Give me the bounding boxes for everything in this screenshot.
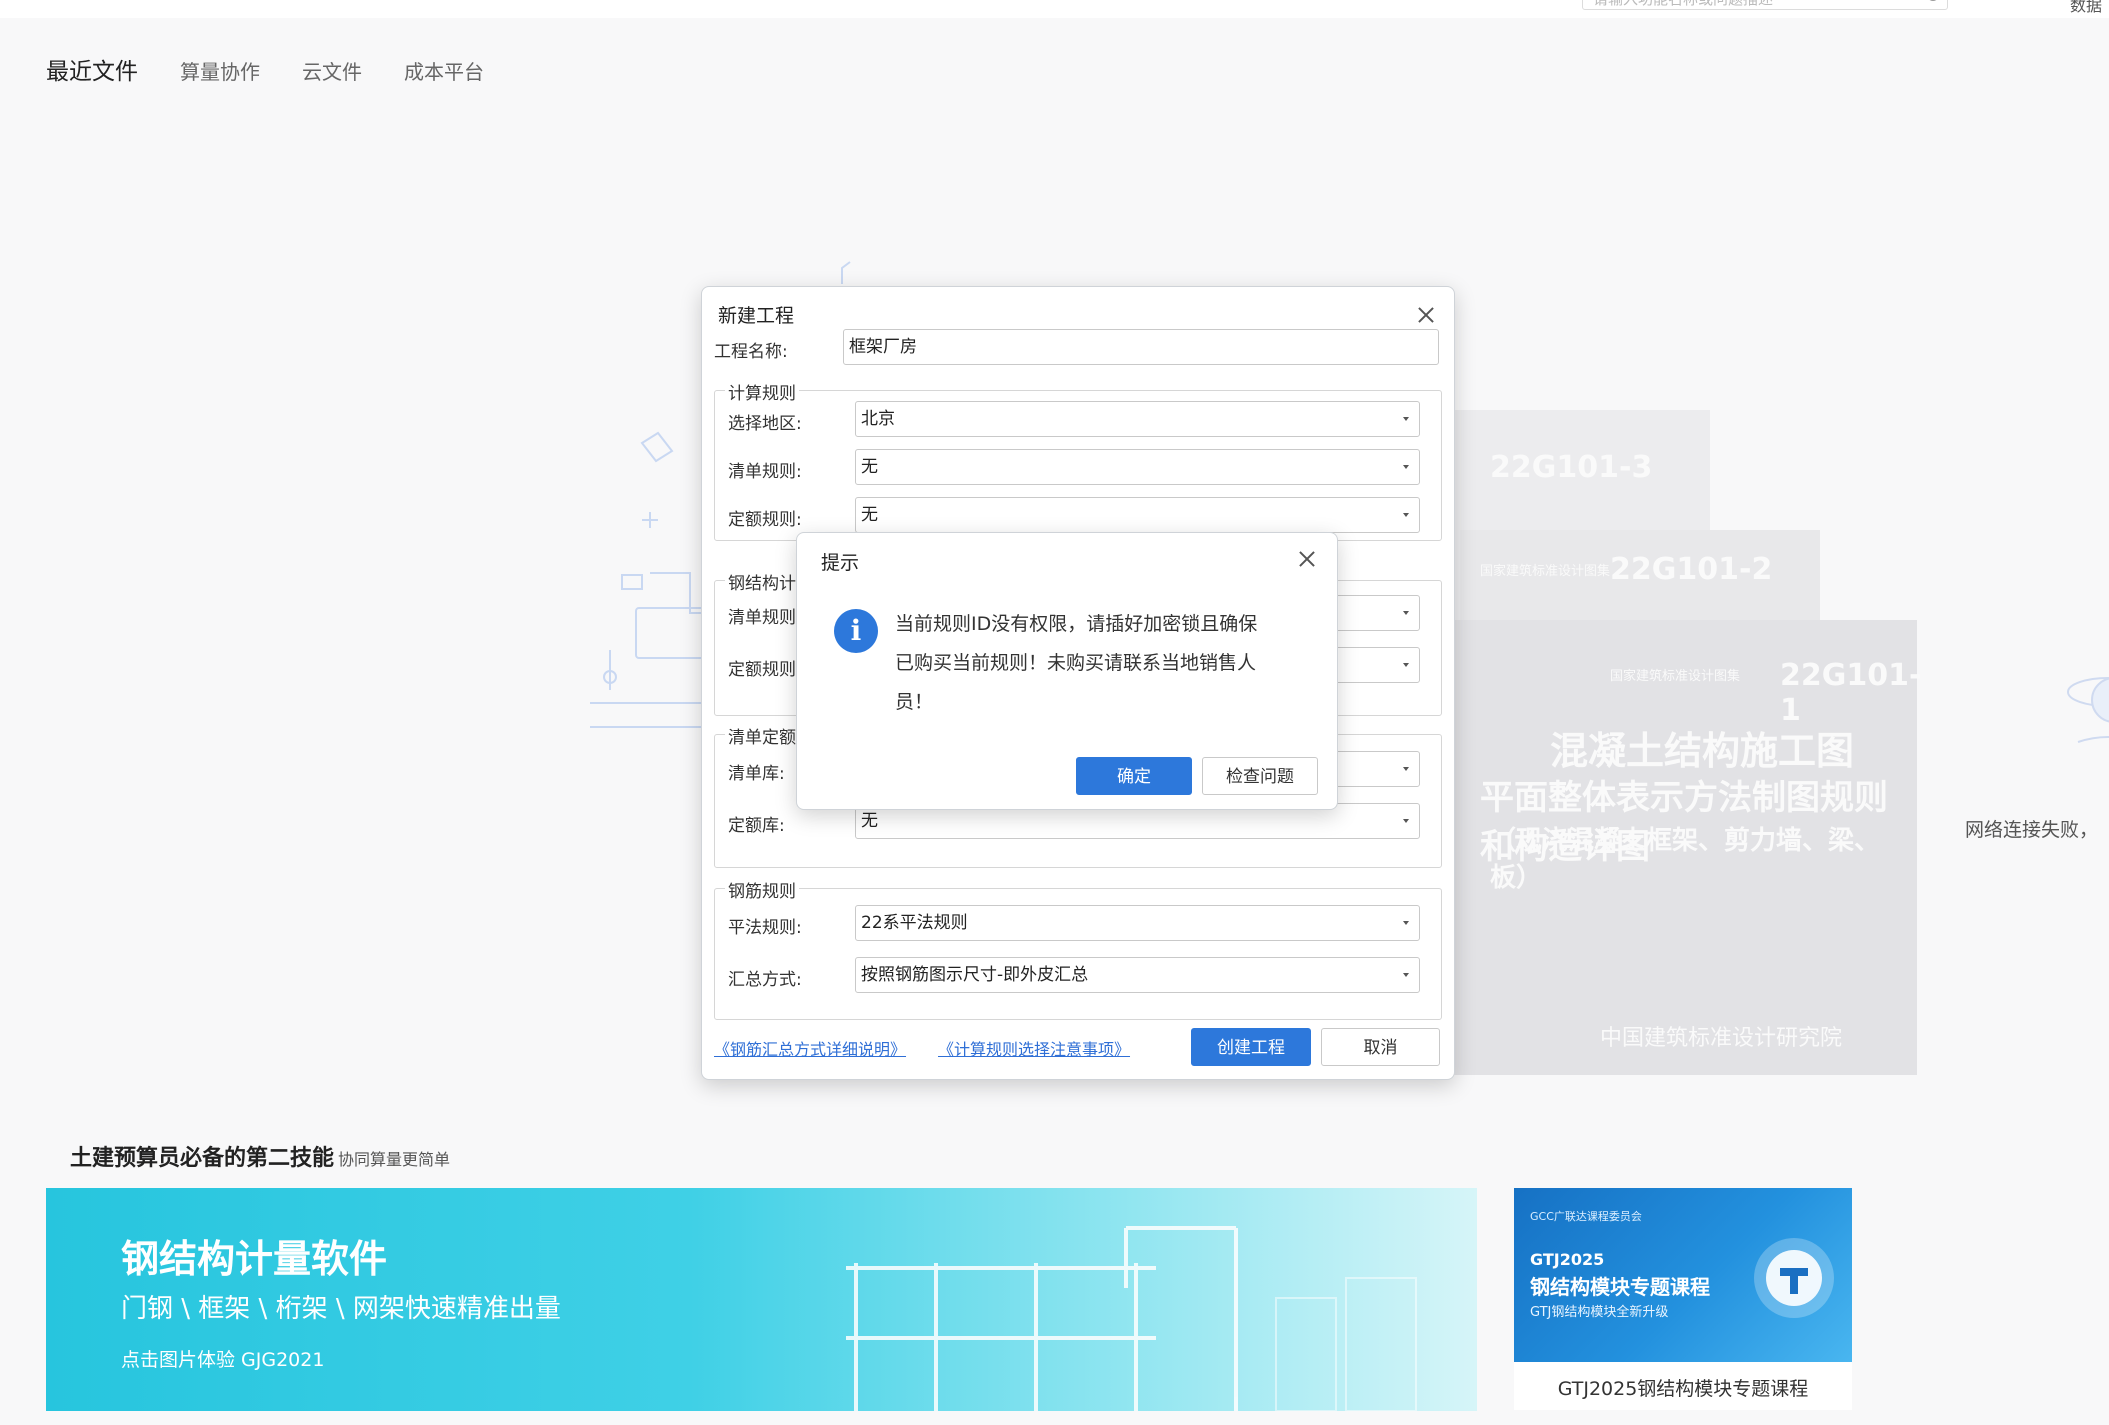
flat-rule-label: 平法规则: [728,918,802,938]
top-bar: 请输入功能名称或问题描述 数据 [0,0,2109,18]
steel-rules-title: 钢结构计 [725,569,799,594]
book2-series: 国家建筑标准设计图集 [1480,564,1611,579]
course-logo-icon [1754,1238,1834,1318]
course-caption[interactable]: GTJ2025钢结构模块专题课程 [1514,1374,1852,1401]
chevron-down-icon [1403,513,1409,517]
flat-rule-select[interactable]: 22系平法规则 [855,905,1420,941]
list-rule-label: 清单规则: [728,462,802,482]
quota-lib-label: 定额库: [728,816,785,836]
chevron-down-icon [1403,921,1409,925]
rebar-rules-title: 钢筋规则 [725,877,799,902]
summary-label: 汇总方式: [728,970,802,990]
list-rule-value: 无 [861,457,878,477]
course-title: 钢结构模块专题课程 [1530,1275,1710,1299]
quota-rule-select[interactable]: 无 [855,497,1420,533]
book1-code: 22G101-3 [1490,450,1653,485]
cancel-button[interactable]: 取消 [1321,1028,1440,1066]
rebar-summary-help-link[interactable]: 《钢筋汇总方式详细说明》 [714,1036,906,1060]
info-icon: i [834,609,878,653]
book3-code: 22G101-1 [1780,658,1922,728]
search-placeholder: 请输入功能名称或问题描述 [1593,0,1773,8]
quota-lib-value: 无 [861,811,878,831]
alert-message-line: 员！ [895,691,934,713]
decor-icon [841,261,851,284]
calc-rules-title: 计算规则 [725,379,799,404]
alert-title: 提示 [821,552,860,574]
project-name-input[interactable]: 框架厂房 [843,329,1439,365]
alert-message: 当前规则ID没有权限，请插好加密锁且确保 已购买当前规则！未购买请联系当地销售人… [895,605,1305,722]
region-select[interactable]: 北京 [855,401,1420,437]
book3-series: 国家建筑标准设计图集 [1610,669,1741,684]
course-subtitle: GTJ钢结构模块全新升级 [1530,1305,1669,1320]
book3-title-1: 混凝土结构施工图 [1550,729,1855,773]
check-issue-button[interactable]: 检查问题 [1202,757,1318,795]
section-heading: 土建预算员必备的第二技能 协同算量更简单 [70,1140,450,1172]
book2-code: 22G101-2 [1610,552,1773,587]
alert-message-line: 已购买当前规则！未购买请联系当地销售人 [895,652,1257,674]
network-globe-icon [2067,677,2109,743]
quota-rule-value: 无 [861,505,878,525]
background-books: 22G101-3 国家建筑标准设计图集 22G101-2 国家建筑标准设计图集 … [1410,410,1921,1075]
tab-cloud-files[interactable]: 云文件 [302,56,362,85]
close-icon[interactable] [1297,549,1317,569]
project-name-label: 工程名称: [714,342,788,362]
project-name-value: 框架厂房 [849,337,917,357]
chevron-down-icon [1403,767,1409,771]
calc-rules-help-link[interactable]: 《计算规则选择注意事项》 [938,1036,1130,1060]
summary-select[interactable]: 按照钢筋图示尺寸-即外皮汇总 [855,957,1420,993]
banner-title: 钢结构计量软件 [121,1237,388,1281]
banner-cta[interactable]: 点击图片体验 GJG2021 [121,1345,324,1372]
permission-alert-dialog: 提示 i 当前规则ID没有权限，请插好加密锁且确保 已购买当前规则！未购买请联系… [796,532,1338,810]
region-label: 选择地区: [728,414,802,434]
steel-list-rule-label: 清单规则 [728,608,796,628]
flat-rule-value: 22系平法规则 [861,913,968,933]
search-icon[interactable] [1927,0,1939,1]
rebar-rules-group: 钢筋规则 平法规则: 22系平法规则 汇总方式: 按照钢筋图示尺寸-即外皮汇总 [714,877,1442,1020]
book3-publisher: 中国建筑标准设计研究院 [1600,1026,1843,1051]
banner-subtitle: 门钢 \ 框架 \ 桁架 \ 网架快速精准出量 [121,1294,561,1324]
course-org: GCC广联达课程委员会 [1530,1210,1642,1223]
list-rule-select[interactable]: 无 [855,449,1420,485]
region-value: 北京 [861,409,895,429]
book-22g101-1: 国家建筑标准设计图集 22G101-1 混凝土结构施工图 平面整体表示方法制图规… [1450,620,1921,1075]
global-search-input[interactable]: 请输入功能名称或问题描述 [1582,0,1948,10]
tab-cost-platform[interactable]: 成本平台 [404,56,484,85]
chevron-down-icon [1403,819,1409,823]
quota-rule-label: 定额规则: [728,510,802,530]
calc-rules-group: 计算规则 选择地区: 北京 清单规则: 无 定额规则: 无 [714,379,1442,541]
chevron-down-icon [1403,973,1409,977]
course-card[interactable]: GCC广联达课程委员会 GTJ2025 钢结构模块专题课程 GTJ钢结构模块全新… [1514,1188,1852,1410]
chevron-down-icon [1403,611,1409,615]
top-right-text[interactable]: 数据 [2070,0,2102,16]
confirm-button[interactable]: 确定 [1076,757,1192,795]
steel-quota-rule-label: 定额规则 [728,660,796,680]
section-subtitle: 协同算量更简单 [338,1150,451,1169]
tab-recent-files[interactable]: 最近文件 [46,52,138,86]
course-code: GTJ2025 [1530,1250,1605,1269]
construction-illustration [846,1226,1417,1411]
steel-software-banner[interactable]: 钢结构计量软件 门钢 \ 框架 \ 桁架 \ 网架快速精准出量 点击图片体验 G… [46,1188,1477,1411]
summary-value: 按照钢筋图示尺寸-即外皮汇总 [861,965,1089,985]
list-lib-label: 清单库: [728,764,785,784]
dialog-title: 新建工程 [718,305,795,327]
alert-message-line: 当前规则ID没有权限，请插好加密锁且确保 [895,613,1258,635]
course-thumbnail[interactable]: GCC广联达课程委员会 GTJ2025 钢结构模块专题课程 GTJ钢结构模块全新… [1514,1188,1852,1362]
main-tabs: 最近文件 算量协作 云文件 成本平台 [46,52,526,86]
section-title: 土建预算员必备的第二技能 [70,1146,335,1171]
tab-collaboration[interactable]: 算量协作 [180,56,260,85]
chevron-down-icon [1403,417,1409,421]
library-title: 清单定额 [725,723,799,748]
close-icon[interactable] [1416,305,1436,325]
network-error-text: 网络连接失败， [1965,819,2099,841]
chevron-down-icon [1403,663,1409,667]
create-project-button[interactable]: 创建工程 [1191,1028,1311,1066]
chevron-down-icon [1403,465,1409,469]
book3-title-3: （现浇混凝土框架、剪力墙、梁、板） [1490,826,1881,893]
